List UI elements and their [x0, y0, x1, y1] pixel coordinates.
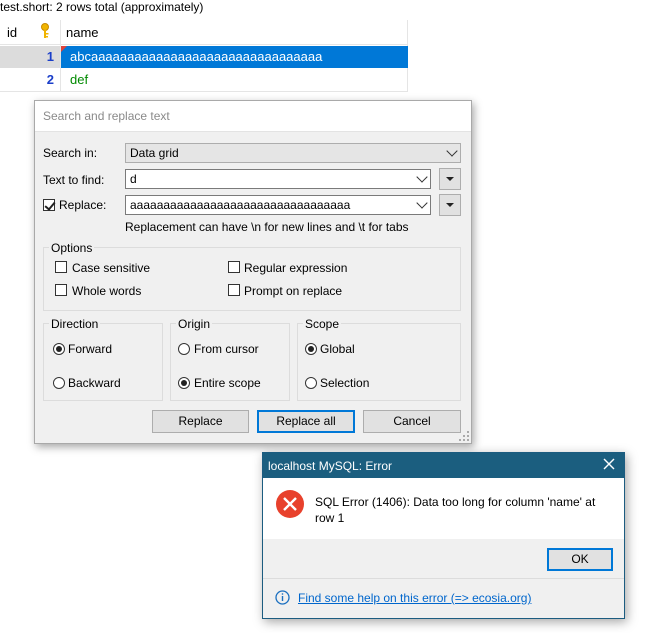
text-to-find-label: Text to find: — [43, 173, 105, 187]
grid-header: id name — [0, 20, 408, 45]
dropdown-triangle-icon — [446, 203, 454, 207]
search-dialog-titlebar[interactable]: Search and replace text — [35, 101, 471, 132]
modified-marker — [61, 46, 67, 52]
error-dialog-titlebar[interactable]: localhost MySQL: Error — [263, 453, 624, 478]
divider — [263, 578, 624, 579]
search-in-select[interactable]: Data grid — [125, 143, 461, 163]
forward-radio[interactable] — [53, 343, 65, 355]
help-link[interactable]: Find some help on this error (=> ecosia.… — [298, 591, 531, 605]
cancel-button[interactable]: Cancel — [363, 410, 461, 433]
table-row[interactable]: 2 def — [0, 69, 408, 91]
case-sensitive-label: Case sensitive — [72, 261, 151, 275]
chevron-down-icon — [446, 145, 458, 157]
case-sensitive-checkbox[interactable] — [55, 261, 67, 273]
options-label: Options — [49, 241, 95, 255]
table-row[interactable]: 1 abcaaaaaaaaaaaaaaaaaaaaaaaaaaaaaaaa — [0, 46, 408, 68]
chevron-down-icon — [416, 197, 428, 209]
row-name-cell[interactable]: abcaaaaaaaaaaaaaaaaaaaaaaaaaaaaaaaa — [61, 46, 408, 68]
whole-words-checkbox[interactable] — [55, 284, 67, 296]
column-header-id[interactable]: id — [7, 25, 17, 40]
close-icon[interactable] — [602, 457, 616, 471]
prompt-on-replace-checkbox[interactable] — [228, 284, 240, 296]
data-grid[interactable]: id name 1 abcaaaaaaaaaaaaaaaaaaaaaaaaaaa… — [0, 20, 408, 93]
backward-label: Backward — [68, 376, 121, 390]
error-dialog-title: localhost MySQL: Error — [268, 459, 393, 473]
global-label: Global — [320, 342, 355, 356]
forward-label: Forward — [68, 342, 113, 356]
whole-words-label: Whole words — [72, 284, 142, 298]
replace-button[interactable]: Replace — [152, 410, 249, 433]
selection-radio[interactable] — [305, 377, 317, 389]
grid-title: test.short: 2 rows total (approximately) — [0, 0, 204, 14]
column-header-name[interactable]: name — [66, 25, 99, 40]
replace-label: Replace: — [59, 198, 107, 212]
replace-hint: Replacement can have \n for new lines an… — [125, 220, 409, 234]
ok-button[interactable]: OK — [547, 548, 613, 571]
replace-checkbox[interactable] — [43, 199, 55, 211]
search-in-value: Data grid — [130, 146, 179, 160]
regular-expression-checkbox[interactable] — [228, 261, 240, 273]
selection-label: Selection — [320, 376, 370, 390]
entire-scope-label: Entire scope — [194, 376, 261, 390]
direction-label: Direction — [49, 317, 101, 331]
regular-expression-label: Regular expression — [244, 261, 348, 275]
row-id: 1 — [0, 46, 60, 68]
scope-label: Scope — [303, 317, 342, 331]
backward-radio[interactable] — [53, 377, 65, 389]
replace-input[interactable]: aaaaaaaaaaaaaaaaaaaaaaaaaaaaaaaaa — [125, 195, 431, 215]
text-to-find-value: d — [130, 172, 137, 186]
entire-scope-radio[interactable] — [178, 377, 190, 389]
info-icon — [275, 590, 290, 605]
global-radio[interactable] — [305, 343, 317, 355]
search-replace-dialog: Search and replace text Search in: Data … — [34, 100, 472, 444]
replace-value: aaaaaaaaaaaaaaaaaaaaaaaaaaaaaaaaa — [130, 198, 351, 212]
row-name-cell[interactable]: def — [61, 69, 408, 91]
chevron-down-icon — [416, 171, 428, 183]
search-in-label: Search in: — [43, 146, 98, 160]
error-dialog: localhost MySQL: Error SQL Error (1406):… — [262, 452, 625, 619]
error-icon — [276, 490, 304, 518]
key-icon — [41, 23, 49, 38]
resize-grip-icon[interactable] — [459, 431, 469, 441]
row-id: 2 — [46, 72, 54, 87]
replace-all-button[interactable]: Replace all — [257, 410, 355, 433]
origin-label: Origin — [176, 317, 213, 331]
dropdown-triangle-icon — [446, 177, 454, 181]
text-to-find-input[interactable]: d — [125, 169, 431, 189]
options-group — [43, 247, 461, 311]
replace-history-button[interactable] — [439, 194, 461, 216]
error-message: SQL Error (1406): Data too long for colu… — [315, 495, 596, 525]
search-dialog-title: Search and replace text — [43, 109, 170, 123]
prompt-on-replace-label: Prompt on replace — [244, 284, 343, 298]
from-cursor-label: From cursor — [194, 342, 259, 356]
find-history-button[interactable] — [439, 168, 461, 190]
from-cursor-radio[interactable] — [178, 343, 190, 355]
